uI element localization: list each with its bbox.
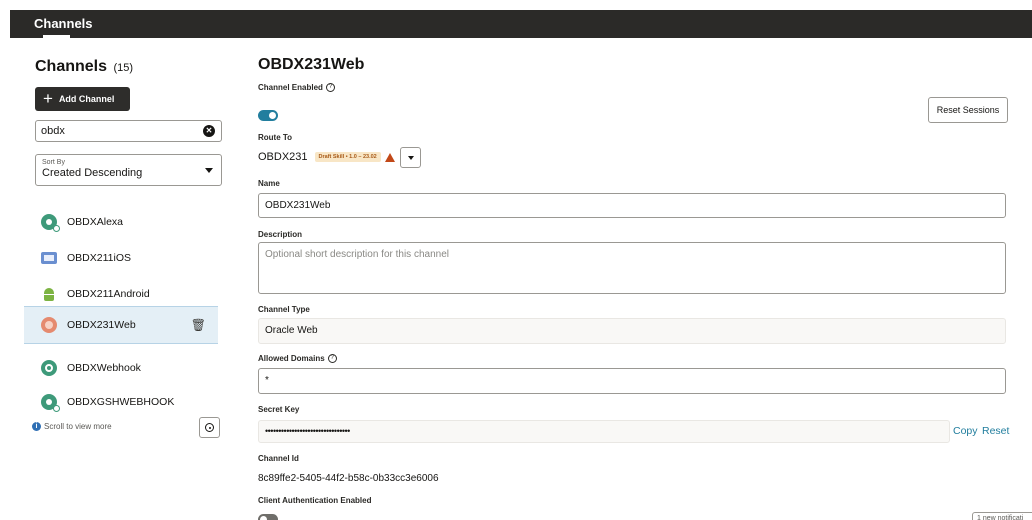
alexa-icon	[41, 214, 60, 232]
channel-enabled-text: Channel Enabled	[258, 83, 323, 92]
channel-item-label: OBDX211iOS	[67, 252, 131, 264]
notification-toast[interactable]: 1 new notificati	[972, 512, 1032, 520]
info-icon: i	[32, 422, 41, 431]
channel-type-label: Channel Type	[258, 305, 310, 314]
secret-key-field: ••••••••••••••••••••••••••••••••	[258, 420, 950, 443]
sort-value: Created Descending	[42, 167, 143, 179]
search-value: obdx	[41, 125, 65, 137]
allowed-domains-text: Allowed Domains	[258, 354, 325, 363]
help-icon[interactable]: ?	[327, 354, 337, 363]
channel-item-label: OBDXWebhook	[67, 362, 141, 374]
name-field[interactable]: OBDX231Web	[258, 193, 1006, 218]
chevron-down-icon	[205, 168, 213, 173]
android-icon	[41, 286, 57, 302]
channel-id-value: 8c89ffe2-5405-44f2-b58c-0b33cc3e6006	[258, 473, 439, 484]
channel-item-obdx211ios[interactable]: OBDX211iOS	[35, 239, 218, 277]
client-auth-label: Client Authentication Enabled	[258, 496, 372, 505]
page-title: OBDX231Web	[258, 56, 365, 73]
search-input[interactable]: obdx ✕	[35, 120, 222, 142]
webhook-icon	[41, 360, 57, 376]
channel-type-field: Oracle Web	[258, 318, 1006, 344]
page-header: Channels	[10, 10, 1032, 38]
client-auth-toggle[interactable]	[258, 514, 278, 520]
channel-item-label: OBDXAlexa	[67, 216, 124, 228]
clear-search-icon[interactable]: ✕	[203, 125, 215, 137]
scroll-hint: i Scroll to view more	[32, 422, 112, 431]
route-to-label: Route To	[258, 133, 293, 142]
description-field[interactable]: Optional short description for this chan…	[258, 242, 1006, 294]
channel-item-label: OBDXGSHWEBHOOK	[67, 396, 175, 408]
channel-enabled-toggle[interactable]	[258, 110, 278, 121]
description-placeholder: Optional short description for this chan…	[265, 249, 449, 260]
channels-heading-text: Channels	[35, 58, 108, 75]
warning-icon	[384, 152, 395, 162]
channel-item-obdxwebhook[interactable]: OBDXWebhook	[35, 349, 218, 387]
top-margin	[0, 0, 1032, 10]
locate-channel-button[interactable]	[199, 417, 220, 438]
secret-key-label: Secret Key	[258, 405, 300, 414]
trash-icon[interactable]: 🗑	[191, 318, 206, 332]
channel-id-label: Channel Id	[258, 454, 299, 463]
channels-sidebar: Channels (15) + Add Channel obdx ✕ Sort …	[10, 38, 232, 520]
channel-item-obdxalexa[interactable]: OBDXAlexa	[35, 203, 218, 241]
allowed-domains-label: Allowed Domains?	[258, 354, 337, 363]
route-to-skill: OBDX231	[258, 151, 308, 163]
channel-item-label: OBDX211Android	[67, 288, 150, 300]
copy-secret-link[interactable]: Copy	[953, 425, 978, 437]
channels-heading: Channels (15)	[35, 58, 133, 76]
plus-icon: +	[43, 88, 53, 108]
alexa-icon	[41, 394, 60, 412]
add-channel-button[interactable]: + Add Channel	[35, 87, 130, 111]
channel-item-obdx231web[interactable]: OBDX231Web 🗑	[24, 306, 218, 344]
channel-enabled-label: Channel Enabled?	[258, 83, 335, 92]
channel-item-obdxgshwebhook[interactable]: OBDXGSHWEBHOOK	[35, 383, 218, 421]
allowed-domains-field[interactable]: *	[258, 368, 1006, 394]
reset-sessions-button[interactable]: Reset Sessions	[928, 97, 1008, 123]
reset-secret-link[interactable]: Reset	[982, 425, 1009, 437]
scroll-hint-text: Scroll to view more	[44, 422, 112, 431]
channel-item-label: OBDX231Web	[67, 319, 136, 331]
web-icon	[41, 317, 57, 333]
route-to-dropdown-button[interactable]	[400, 147, 421, 168]
header-title[interactable]: Channels	[34, 16, 93, 31]
channels-count: (15)	[113, 62, 134, 74]
draft-skill-badge: Draft Skill • 1.0 – 23.02	[314, 152, 381, 162]
route-to-value: OBDX231 Draft Skill • 1.0 – 23.02	[258, 151, 395, 163]
sort-select[interactable]: Sort By Created Descending	[35, 154, 222, 186]
add-channel-label: Add Channel	[58, 94, 115, 104]
ios-icon	[41, 252, 57, 264]
sort-label: Sort By	[42, 159, 65, 166]
description-label: Description	[258, 230, 303, 239]
channel-detail-panel: OBDX231Web Channel Enabled? Reset Sessio…	[232, 38, 1032, 520]
name-label: Name	[258, 179, 280, 188]
help-icon[interactable]: ?	[325, 83, 335, 92]
